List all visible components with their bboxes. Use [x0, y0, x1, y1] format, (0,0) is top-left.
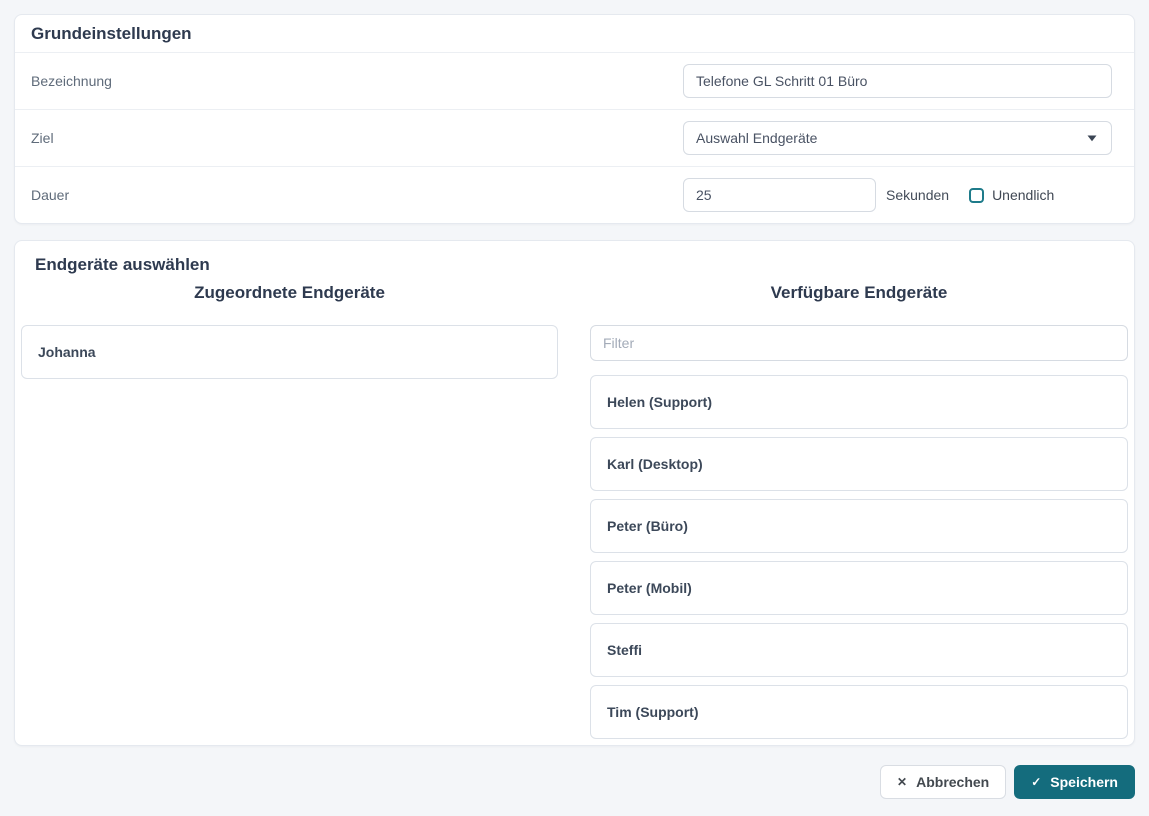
assigned-devices-column: Zugeordnete Endgeräte Johanna — [21, 281, 558, 739]
bezeichnung-control — [683, 64, 1112, 98]
available-device-item[interactable]: Peter (Büro) — [590, 499, 1128, 553]
available-devices-header: Verfügbare Endgeräte — [590, 283, 1128, 303]
save-button[interactable]: ✓ Speichern — [1014, 765, 1135, 799]
device-selection-title: Endgeräte auswählen — [15, 241, 1134, 281]
available-device-item[interactable]: Helen (Support) — [590, 375, 1128, 429]
ziel-control: Auswahl Endgeräte — [683, 121, 1112, 155]
row-bezeichnung: Bezeichnung — [15, 53, 1134, 110]
chevron-down-icon — [1087, 135, 1097, 142]
save-button-label: Speichern — [1050, 774, 1118, 790]
device-name: Johanna — [38, 344, 96, 360]
dauer-label: Dauer — [31, 187, 69, 203]
bezeichnung-input[interactable] — [683, 64, 1112, 98]
check-icon: ✓ — [1031, 776, 1041, 788]
cancel-button[interactable]: ✕ Abbrechen — [880, 765, 1006, 799]
available-devices-list: Helen (Support) Karl (Desktop) Peter (Bü… — [590, 375, 1128, 739]
basic-settings-card: Grundeinstellungen Bezeichnung Ziel Ausw… — [14, 14, 1135, 224]
device-name: Peter (Mobil) — [607, 580, 692, 596]
ziel-selected-value: Auswahl Endgeräte — [696, 130, 817, 146]
available-device-item[interactable]: Steffi — [590, 623, 1128, 677]
assigned-device-item[interactable]: Johanna — [21, 325, 558, 379]
available-device-item[interactable]: Karl (Desktop) — [590, 437, 1128, 491]
available-device-item[interactable]: Tim (Support) — [590, 685, 1128, 739]
available-devices-column: Verfügbare Endgeräte Helen (Support) Kar… — [590, 281, 1128, 739]
page: Grundeinstellungen Bezeichnung Ziel Ausw… — [0, 0, 1149, 799]
device-name: Steffi — [607, 642, 642, 658]
available-device-item[interactable]: Peter (Mobil) — [590, 561, 1128, 615]
ziel-label: Ziel — [31, 130, 54, 146]
cancel-button-label: Abbrechen — [916, 774, 989, 790]
dauer-unit-label: Sekunden — [886, 187, 949, 203]
assigned-devices-header: Zugeordnete Endgeräte — [21, 283, 558, 303]
basic-settings-title: Grundeinstellungen — [15, 15, 1134, 53]
device-name: Helen (Support) — [607, 394, 712, 410]
ziel-select[interactable]: Auswahl Endgeräte — [683, 121, 1112, 155]
device-filter-input[interactable] — [590, 325, 1128, 361]
action-bar: ✕ Abbrechen ✓ Speichern — [14, 765, 1135, 799]
dauer-input[interactable] — [683, 178, 876, 212]
row-ziel: Ziel Auswahl Endgeräte — [15, 110, 1134, 167]
dauer-control: Sekunden Unendlich — [683, 178, 1112, 212]
unendlich-checkbox[interactable] — [969, 188, 984, 203]
bezeichnung-label: Bezeichnung — [31, 73, 112, 89]
unendlich-label: Unendlich — [992, 187, 1054, 203]
device-name: Tim (Support) — [607, 704, 699, 720]
assigned-devices-list: Johanna — [21, 325, 558, 379]
row-dauer: Dauer Sekunden Unendlich — [15, 167, 1134, 223]
device-columns: Zugeordnete Endgeräte Johanna Verfügbare… — [15, 281, 1134, 739]
device-selection-card: Endgeräte auswählen Zugeordnete Endgerät… — [14, 240, 1135, 746]
device-name: Peter (Büro) — [607, 518, 688, 534]
close-icon: ✕ — [897, 776, 907, 788]
device-name: Karl (Desktop) — [607, 456, 703, 472]
